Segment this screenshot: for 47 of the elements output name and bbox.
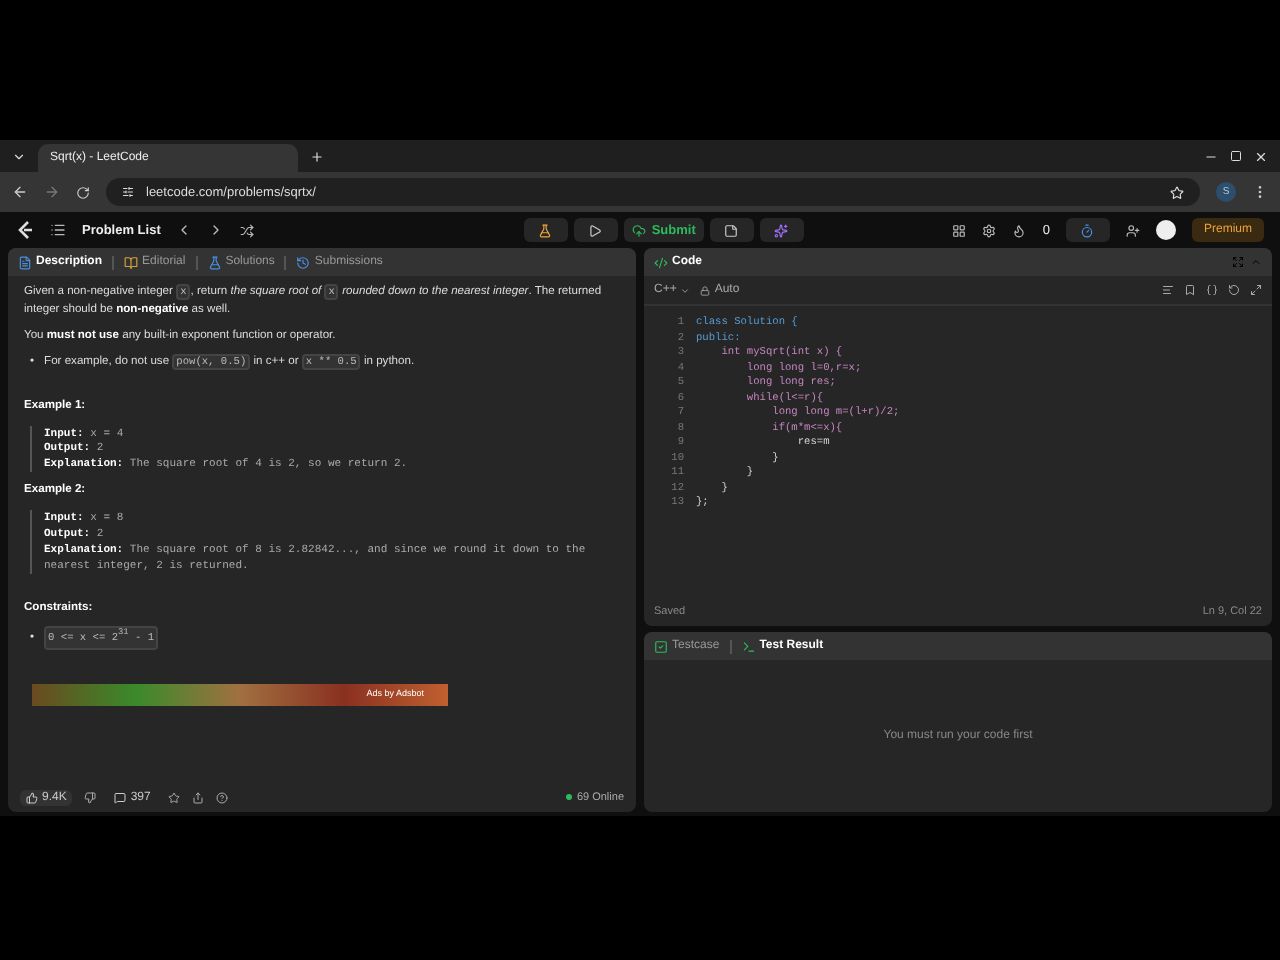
- cloud-upload-icon[interactable]: [631, 223, 646, 237]
- comment-icon[interactable]: [114, 792, 127, 804]
- format-icon[interactable]: [1162, 284, 1174, 296]
- list-icon[interactable]: [50, 222, 66, 238]
- run-button[interactable]: [573, 218, 618, 242]
- close-icon[interactable]: [1254, 149, 1268, 163]
- add-user-icon[interactable]: [1125, 223, 1140, 237]
- reload-icon[interactable]: [76, 185, 90, 199]
- flask-icon[interactable]: [538, 223, 553, 237]
- flame-icon[interactable]: [1012, 223, 1027, 237]
- reset-icon[interactable]: [1228, 284, 1240, 296]
- checkbox-icon[interactable]: [654, 639, 668, 653]
- note-icon[interactable]: [724, 223, 739, 237]
- flask-icon[interactable]: [207, 255, 222, 269]
- debug-button[interactable]: [523, 218, 568, 242]
- logo-icon[interactable]: [16, 220, 34, 240]
- dislike-icon[interactable]: [84, 792, 97, 804]
- timer-icon[interactable]: [1080, 223, 1095, 237]
- site-settings-icon[interactable]: [122, 186, 134, 198]
- help-icon[interactable]: [216, 792, 229, 804]
- shuffle-icon[interactable]: [240, 223, 255, 237]
- timer-button[interactable]: [1065, 218, 1110, 242]
- new-tab-icon[interactable]: [310, 149, 324, 163]
- play-icon[interactable]: [588, 223, 603, 237]
- lock-icon: [700, 285, 711, 295]
- settings-icon[interactable]: [982, 223, 997, 237]
- share-icon[interactable]: [192, 792, 205, 804]
- terminal-icon[interactable]: [741, 639, 756, 653]
- braces-icon[interactable]: [1206, 284, 1218, 296]
- book-icon[interactable]: [124, 255, 139, 269]
- thumbs-up-icon[interactable]: [26, 792, 38, 804]
- ai-button[interactable]: [759, 218, 804, 242]
- history-icon[interactable]: [296, 255, 311, 269]
- forward-icon[interactable]: [44, 184, 60, 200]
- sparkles-icon[interactable]: [774, 223, 789, 237]
- bookmark-icon[interactable]: [1184, 284, 1196, 296]
- maximize-icon[interactable]: [1230, 150, 1242, 162]
- favorite-icon[interactable]: [168, 792, 181, 804]
- back-icon[interactable]: [12, 184, 28, 200]
- bookmark-star-icon[interactable]: [1170, 185, 1184, 199]
- document-icon[interactable]: [18, 255, 32, 269]
- user-avatar[interactable]: [1155, 220, 1176, 240]
- notes-button[interactable]: [709, 218, 754, 242]
- caret-icon[interactable]: [680, 285, 691, 295]
- code-icon[interactable]: [654, 255, 668, 269]
- tab-list-icon[interactable]: [12, 149, 26, 163]
- layout-icon[interactable]: [952, 223, 967, 237]
